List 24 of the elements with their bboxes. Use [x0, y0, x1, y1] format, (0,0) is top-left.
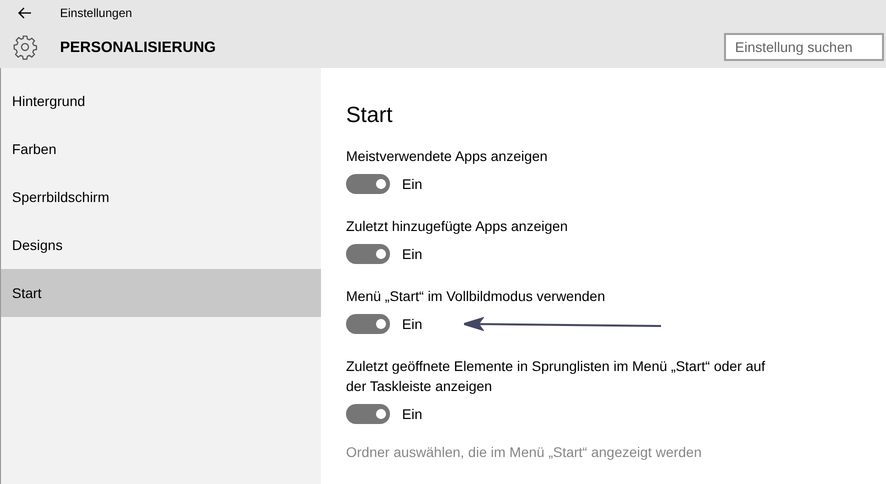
gear-icon — [12, 34, 38, 60]
toggle-switch[interactable] — [346, 244, 390, 264]
window-title: Einstellungen — [60, 6, 132, 20]
setting-label: Menü „Start“ im Vollbildmodus verwenden — [346, 287, 606, 306]
toggle-switch[interactable] — [346, 174, 390, 194]
search-field[interactable]: Einstellung suchen — [724, 33, 884, 61]
sidebar-item[interactable]: Sperrbildschirm — [1, 173, 321, 221]
setting-label: Zuletzt geöffnete Elemente in Sprunglisten im Menü „Start“ oder auf der Taskleiste anzeigen — [346, 357, 766, 396]
toggle-switch[interactable] — [346, 404, 390, 424]
sidebar-item[interactable]: Hintergrund — [1, 77, 321, 125]
toggle-state: Ein — [402, 176, 422, 192]
toggle-state: Ein — [402, 246, 422, 262]
page-title: PERSONALISIERUNG — [60, 38, 216, 56]
folder-link[interactable]: Ordner auswählen, die im Menü „Start“ angezeigt werden — [346, 444, 886, 460]
toggle-state: Ein — [402, 406, 422, 422]
sidebar-item[interactable]: Designs — [1, 221, 321, 269]
toggle-switch[interactable] — [346, 314, 390, 334]
sidebar-item[interactable]: Start — [1, 269, 321, 317]
setting-label: Meistverwendete Apps anzeigen — [346, 147, 549, 166]
toggle-state: Ein — [402, 316, 422, 332]
section-heading: Start — [346, 102, 394, 128]
back-arrow-icon[interactable] — [18, 7, 32, 19]
sidebar-item[interactable]: Farben — [1, 125, 321, 173]
setting-label: Zuletzt hinzugefügte Apps anzeigen — [346, 217, 569, 236]
